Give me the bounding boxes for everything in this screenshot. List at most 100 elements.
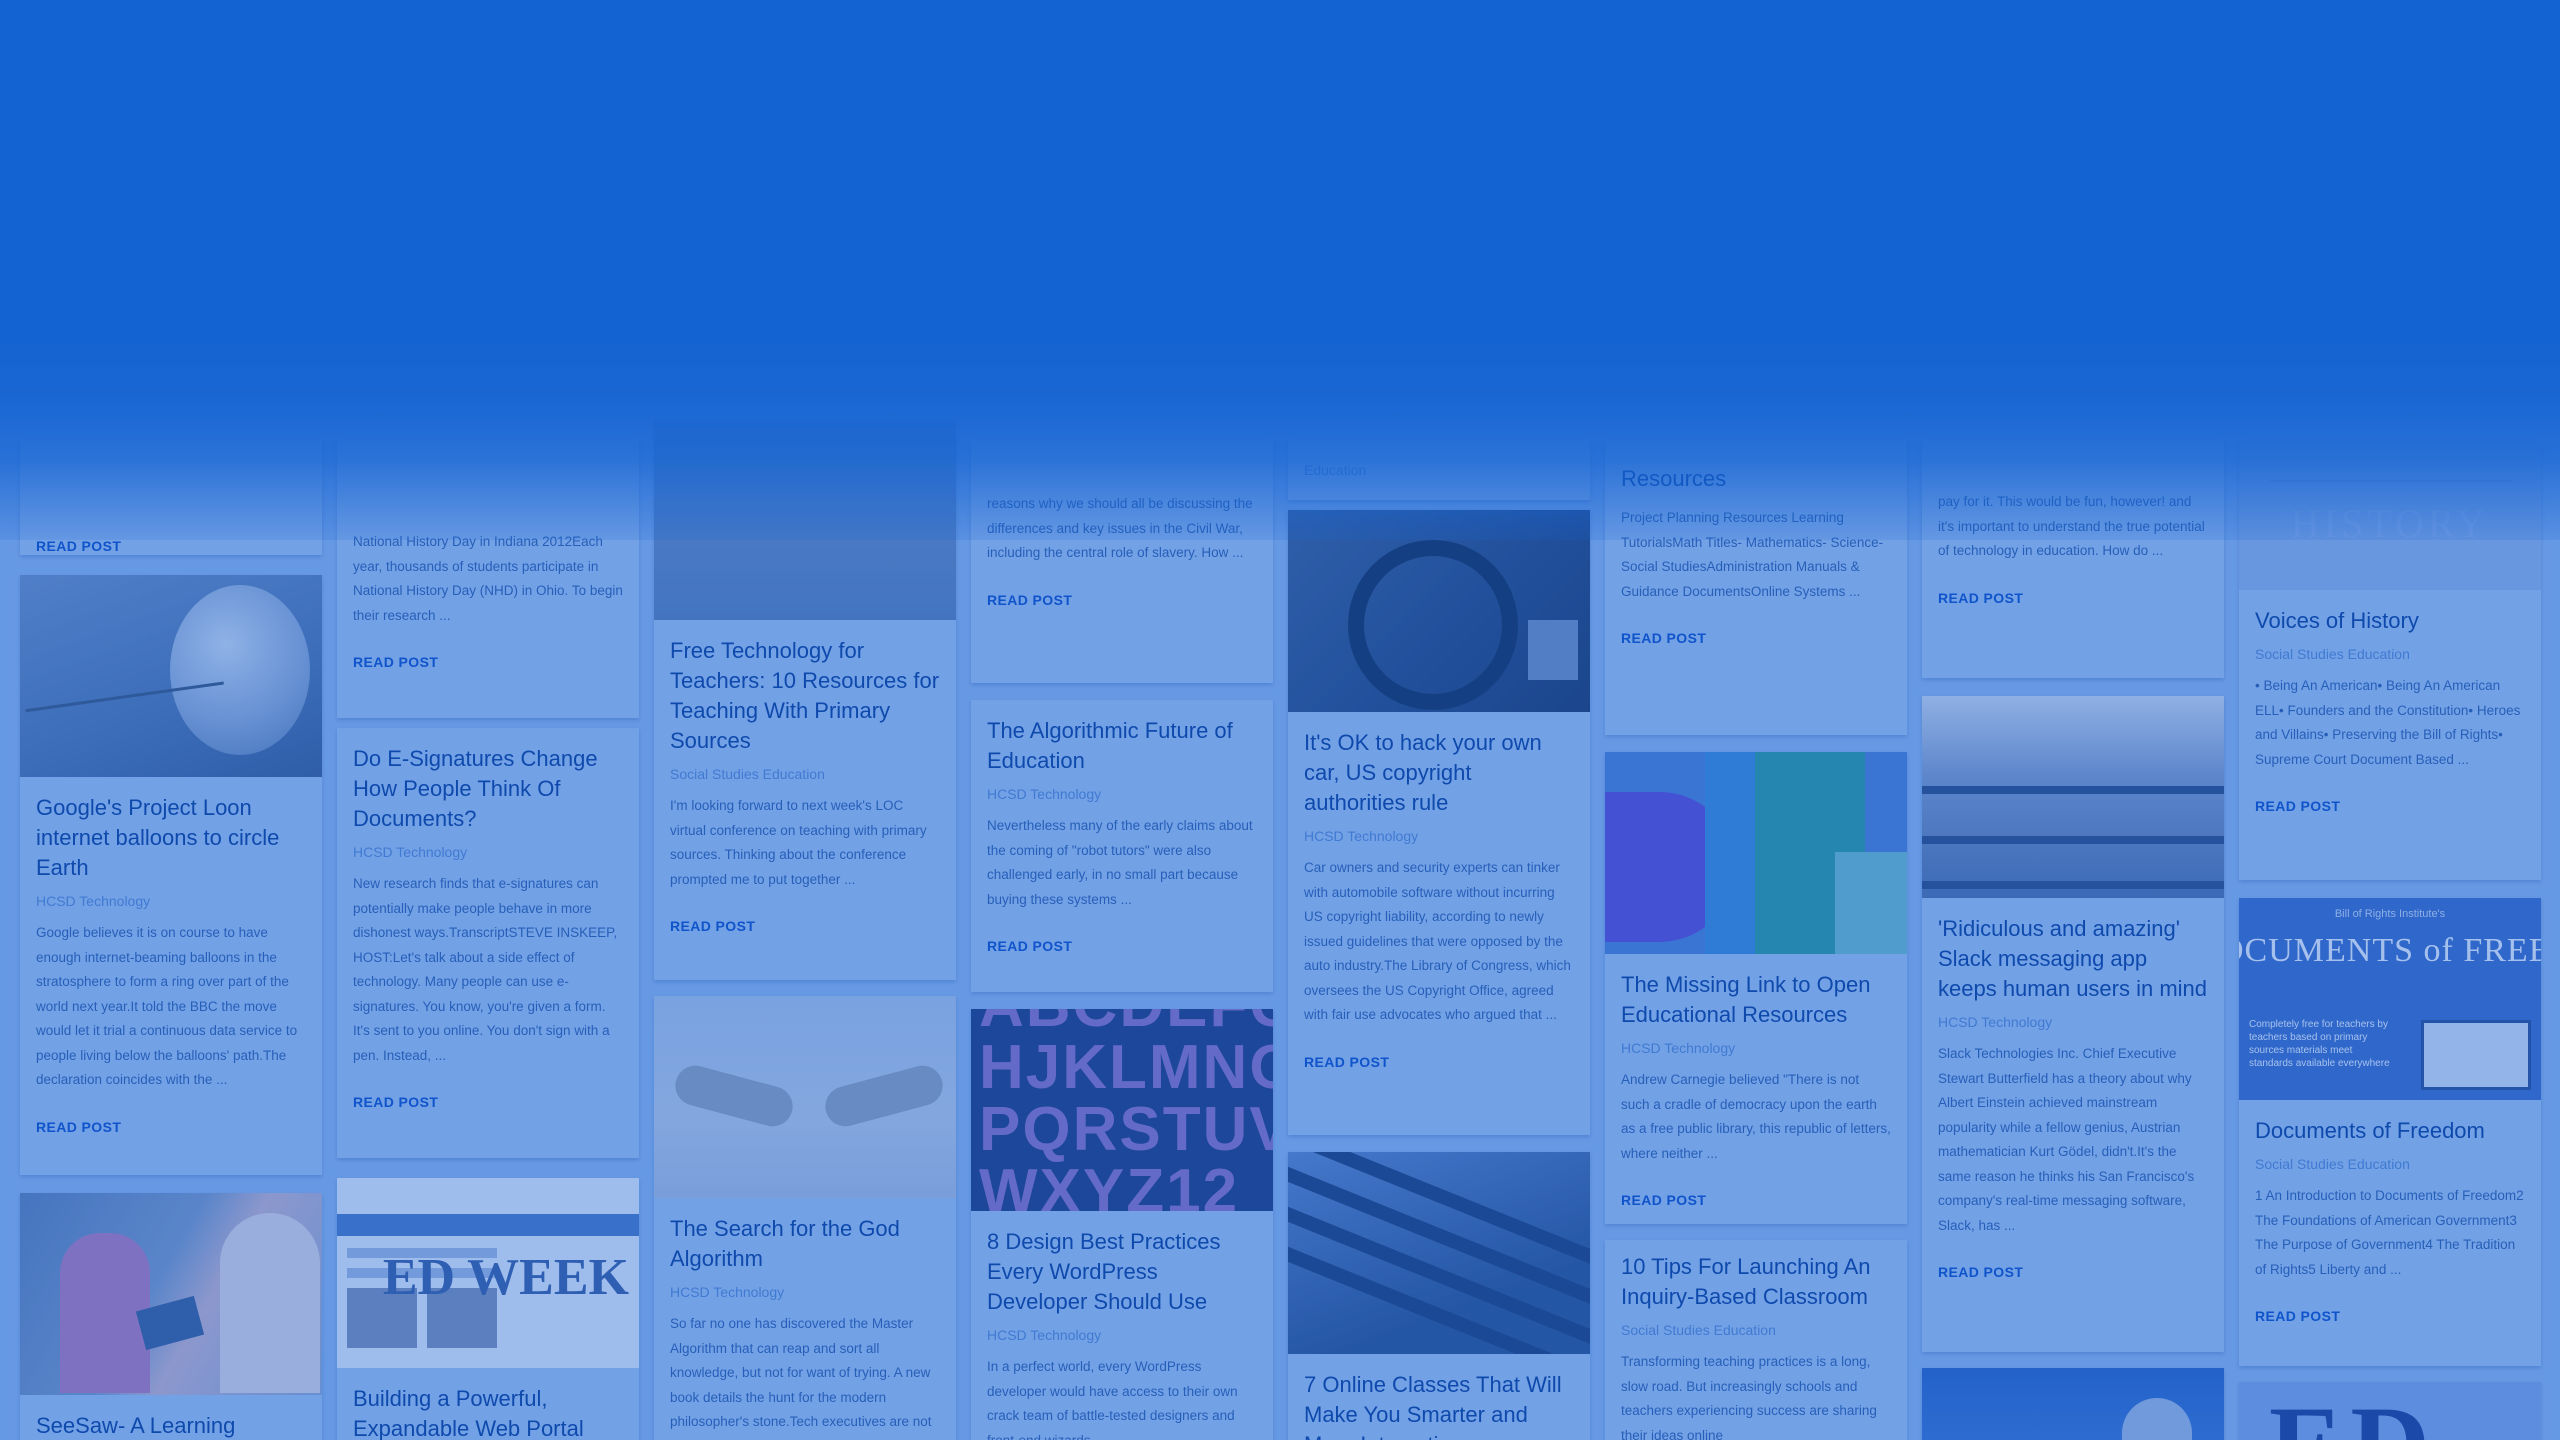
post-category[interactable]: Social Studies Education xyxy=(2255,644,2525,664)
post-card[interactable]: Do E-Signatures Change How People Think … xyxy=(337,728,639,1158)
post-image[interactable]: ED WEEK xyxy=(337,1178,639,1368)
post-category[interactable]: HCSD Technology xyxy=(1304,826,1574,846)
post-image[interactable] xyxy=(1605,752,1907,954)
post-card[interactable]: reasons why we should all be discussing … xyxy=(971,440,1273,683)
post-category[interactable]: HCSD Technology xyxy=(987,1325,1257,1345)
read-post-link[interactable]: READ POST xyxy=(2255,798,2525,814)
post-image[interactable]: ED xyxy=(2239,1382,2541,1440)
post-title[interactable]: The Algorithmic Future of Education xyxy=(987,716,1257,776)
teacher-figure xyxy=(220,1213,320,1393)
post-card[interactable]: READ POST xyxy=(20,440,322,555)
post-excerpt: Transforming teaching practices is a lon… xyxy=(1621,1354,1877,1440)
post-card[interactable]: ED WEEK Building a Powerful, Expandable … xyxy=(337,1178,639,1440)
office-desk xyxy=(1922,881,2224,889)
post-card[interactable]: ABCDEFG HJKLMNO PQRSTUV WXYZ12 8 Design … xyxy=(971,1009,1273,1440)
post-category[interactable]: HCSD Technology xyxy=(987,784,1257,804)
post-excerpt: Nevertheless many of the early claims ab… xyxy=(987,818,1253,907)
post-title[interactable]: 8 Design Best Practices Every WordPress … xyxy=(987,1227,1257,1317)
post-image[interactable] xyxy=(1288,510,1590,712)
post-excerpt: National History Day in Indiana 2012Each… xyxy=(353,534,623,623)
post-category[interactable]: HCSD Technology xyxy=(353,842,623,862)
post-card[interactable]: The Search for the God Algorithm HCSD Te… xyxy=(654,996,956,1440)
alphabet-line: HJKLMNO xyxy=(979,1033,1273,1102)
post-category[interactable]: Social Studies Education xyxy=(670,764,940,784)
post-card[interactable]: Free Technology for Teachers: 10 Resourc… xyxy=(654,420,956,980)
post-title[interactable]: 7 Online Classes That Will Make You Smar… xyxy=(1304,1370,1574,1440)
read-post-link[interactable]: READ POST xyxy=(1938,1264,2208,1280)
post-category[interactable]: HCSD Technology xyxy=(1938,1012,2208,1032)
hand-right xyxy=(820,1061,948,1131)
read-post-link[interactable]: READ POST xyxy=(1304,1054,1574,1070)
post-category[interactable]: HCSD Technology xyxy=(670,1282,940,1302)
post-title[interactable]: Do E-Signatures Change How People Think … xyxy=(353,744,623,834)
post-card[interactable]: The Algorithmic Future of Education HCSD… xyxy=(971,700,1273,992)
post-card[interactable]: The Missing Link to Open Educational Res… xyxy=(1605,752,1907,1224)
read-post-link[interactable]: READ POST xyxy=(353,654,623,670)
post-title[interactable]: Resources xyxy=(1621,464,1891,494)
read-post-link[interactable]: READ POST xyxy=(987,592,1257,608)
post-card[interactable] xyxy=(1922,1368,2224,1440)
read-post-link[interactable]: READ POST xyxy=(2255,1308,2525,1324)
post-excerpt: New research finds that e-signatures can… xyxy=(353,876,618,1063)
read-post-link[interactable]: READ POST xyxy=(353,1094,623,1110)
read-post-link[interactable]: READ POST xyxy=(670,918,940,934)
post-title[interactable]: Google's Project Loon internet balloons … xyxy=(36,793,306,883)
post-category[interactable]: Education xyxy=(1304,460,1574,480)
post-card[interactable]: National History Day in Indiana 2012Each… xyxy=(337,440,639,718)
post-category[interactable]: HCSD Technology xyxy=(36,891,306,911)
read-post-link[interactable]: READ POST xyxy=(1938,590,2208,606)
post-image[interactable]: ABCDEFG HJKLMNO PQRSTUV WXYZ12 xyxy=(971,1009,1273,1211)
post-excerpt: In a perfect world, every WordPress deve… xyxy=(987,1359,1238,1440)
post-title[interactable]: Documents of Freedom xyxy=(2255,1116,2525,1146)
post-title[interactable]: SeeSaw- A Learning xyxy=(36,1411,306,1440)
office-desk xyxy=(1922,786,2224,794)
post-image[interactable]: Bill of Rights Institute's OCUMENTS of F… xyxy=(2239,898,2541,1100)
post-card[interactable]: SeeSaw- A Learning xyxy=(20,1193,322,1440)
post-image[interactable]: HISTORY xyxy=(2239,440,2541,590)
read-post-link[interactable]: READ POST xyxy=(36,538,306,554)
post-card[interactable]: 7 Online Classes That Will Make You Smar… xyxy=(1288,1152,1590,1440)
web-navbar xyxy=(337,1214,639,1236)
post-title[interactable]: 'Ridiculous and amazing' Slack messaging… xyxy=(1938,914,2208,1004)
post-category[interactable]: Social Studies Education xyxy=(2255,1154,2525,1174)
post-image[interactable] xyxy=(1922,696,2224,898)
post-image[interactable] xyxy=(1288,1152,1590,1354)
post-image[interactable] xyxy=(20,1193,322,1395)
post-image[interactable] xyxy=(654,996,956,1198)
post-title[interactable]: Free Technology for Teachers: 10 Resourc… xyxy=(670,636,940,756)
post-excerpt: Project Planning Resources Learning Tuto… xyxy=(1621,510,1884,599)
read-post-link[interactable]: READ POST xyxy=(36,1119,306,1135)
post-title[interactable]: It's OK to hack your own car, US copyrig… xyxy=(1304,728,1574,818)
post-excerpt: pay for it. This would be fun, however! … xyxy=(1938,494,2205,558)
alphabet-line: PQRSTUV xyxy=(979,1095,1273,1164)
hand-left xyxy=(670,1061,798,1131)
post-excerpt: Google believes it is on course to have … xyxy=(36,925,298,1087)
post-title[interactable]: The Missing Link to Open Educational Res… xyxy=(1621,970,1891,1030)
post-category[interactable]: Social Studies Education xyxy=(1621,1320,1891,1340)
post-card[interactable]: ED xyxy=(2239,1382,2541,1440)
post-card[interactable]: Bill of Rights Institute's OCUMENTS of F… xyxy=(2239,898,2541,1366)
post-card[interactable]: 'Ridiculous and amazing' Slack messaging… xyxy=(1922,696,2224,1352)
read-post-link[interactable]: READ POST xyxy=(1621,1192,1891,1208)
post-image[interactable] xyxy=(20,575,322,777)
post-card[interactable]: Education xyxy=(1288,440,1590,500)
post-card[interactable]: pay for it. This would be fun, however! … xyxy=(1922,440,2224,678)
post-title[interactable]: The Search for the God Algorithm xyxy=(670,1214,940,1274)
ed-week-logo: ED WEEK xyxy=(382,1249,629,1306)
post-grid: READ POST Google's Project Loon internet… xyxy=(0,0,2560,1440)
post-image[interactable] xyxy=(1922,1368,2224,1440)
post-card[interactable]: 10 Tips For Launching An Inquiry-Based C… xyxy=(1605,1240,1907,1440)
history-rule xyxy=(2269,480,2511,482)
read-post-link[interactable]: READ POST xyxy=(1621,630,1891,646)
post-category[interactable]: HCSD Technology xyxy=(1621,1038,1891,1058)
post-card[interactable]: Google's Project Loon internet balloons … xyxy=(20,575,322,1175)
read-post-link[interactable]: READ POST xyxy=(987,938,1257,954)
post-card[interactable]: Resources Project Planning Resources Lea… xyxy=(1605,440,1907,735)
post-excerpt: 1 An Introduction to Documents of Freedo… xyxy=(2255,1188,2524,1277)
post-card[interactable]: HISTORY Voices of History Social Studies… xyxy=(2239,440,2541,880)
post-title[interactable]: 10 Tips For Launching An Inquiry-Based C… xyxy=(1621,1252,1891,1312)
post-title[interactable]: Building a Powerful, Expandable Web Port… xyxy=(353,1384,623,1440)
post-title[interactable]: Voices of History xyxy=(2255,606,2525,636)
post-card[interactable]: It's OK to hack your own car, US copyrig… xyxy=(1288,510,1590,1135)
post-image[interactable] xyxy=(654,420,956,620)
